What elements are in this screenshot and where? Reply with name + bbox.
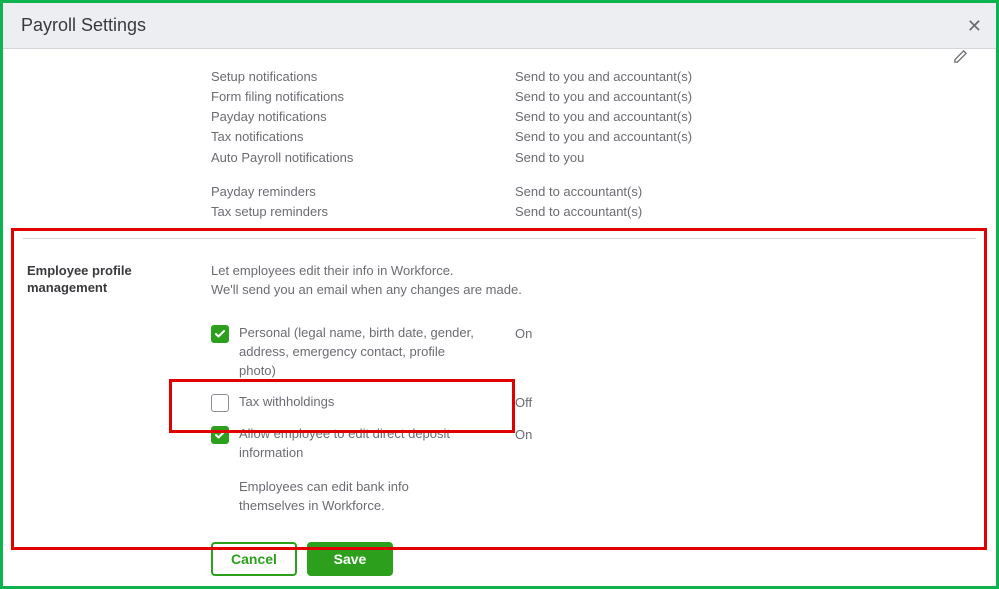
section-heading-blank <box>27 67 207 87</box>
intro-line: Let employees edit their info in Workfor… <box>211 263 454 278</box>
section-heading: Employee profile management <box>27 261 207 318</box>
reminder-value: Send to accountant(s) <box>515 202 972 222</box>
reminder-label: Tax setup reminders <box>211 202 511 222</box>
notif-value: Send to you and accountant(s) <box>515 67 972 87</box>
checkbox-personal[interactable] <box>211 325 229 343</box>
modal-title: Payroll Settings <box>21 15 146 36</box>
sub-note: Employees can edit bank info themselves … <box>211 478 471 516</box>
notif-value: Send to you and accountant(s) <box>515 107 972 127</box>
notif-label: Setup notifications <box>211 67 511 87</box>
section-intro: Let employees edit their info in Workfor… <box>211 261 972 300</box>
checkbox-direct-deposit[interactable] <box>211 426 229 444</box>
notifications-section: Setup notifications Send to you and acco… <box>3 49 996 230</box>
notif-label: Tax notifications <box>211 127 511 147</box>
save-button[interactable]: Save <box>307 542 393 576</box>
payroll-settings-modal: Payroll Settings ✕ Setup notifications S… <box>0 0 999 589</box>
close-icon[interactable]: ✕ <box>967 17 982 35</box>
notif-value: Send to you and accountant(s) <box>515 127 972 147</box>
employee-profile-management-section: Employee profile management Let employee… <box>3 239 996 586</box>
notif-label: Form filing notifications <box>211 87 511 107</box>
reminder-label: Payday reminders <box>211 182 511 202</box>
checkbox-tax-withholdings[interactable] <box>211 394 229 412</box>
option-state: On <box>515 419 972 469</box>
intro-line: We'll send you an email when any changes… <box>211 282 522 297</box>
modal-header: Payroll Settings ✕ <box>3 3 996 49</box>
reminder-value: Send to accountant(s) <box>515 182 972 202</box>
notif-value: Send to you and accountant(s) <box>515 87 972 107</box>
modal-body: Setup notifications Send to you and acco… <box>3 49 996 586</box>
cancel-button[interactable]: Cancel <box>211 542 297 576</box>
notif-label: Payday notifications <box>211 107 511 127</box>
notif-label: Auto Payroll notifications <box>211 148 511 168</box>
checkbox-label: Tax withholdings <box>239 393 334 412</box>
notif-value: Send to you <box>515 148 972 168</box>
checkbox-label: Allow employee to edit direct deposit in… <box>239 425 479 463</box>
option-state: On <box>515 318 972 387</box>
option-state: Off <box>515 387 972 419</box>
checkbox-label: Personal (legal name, birth date, gender… <box>239 324 479 381</box>
